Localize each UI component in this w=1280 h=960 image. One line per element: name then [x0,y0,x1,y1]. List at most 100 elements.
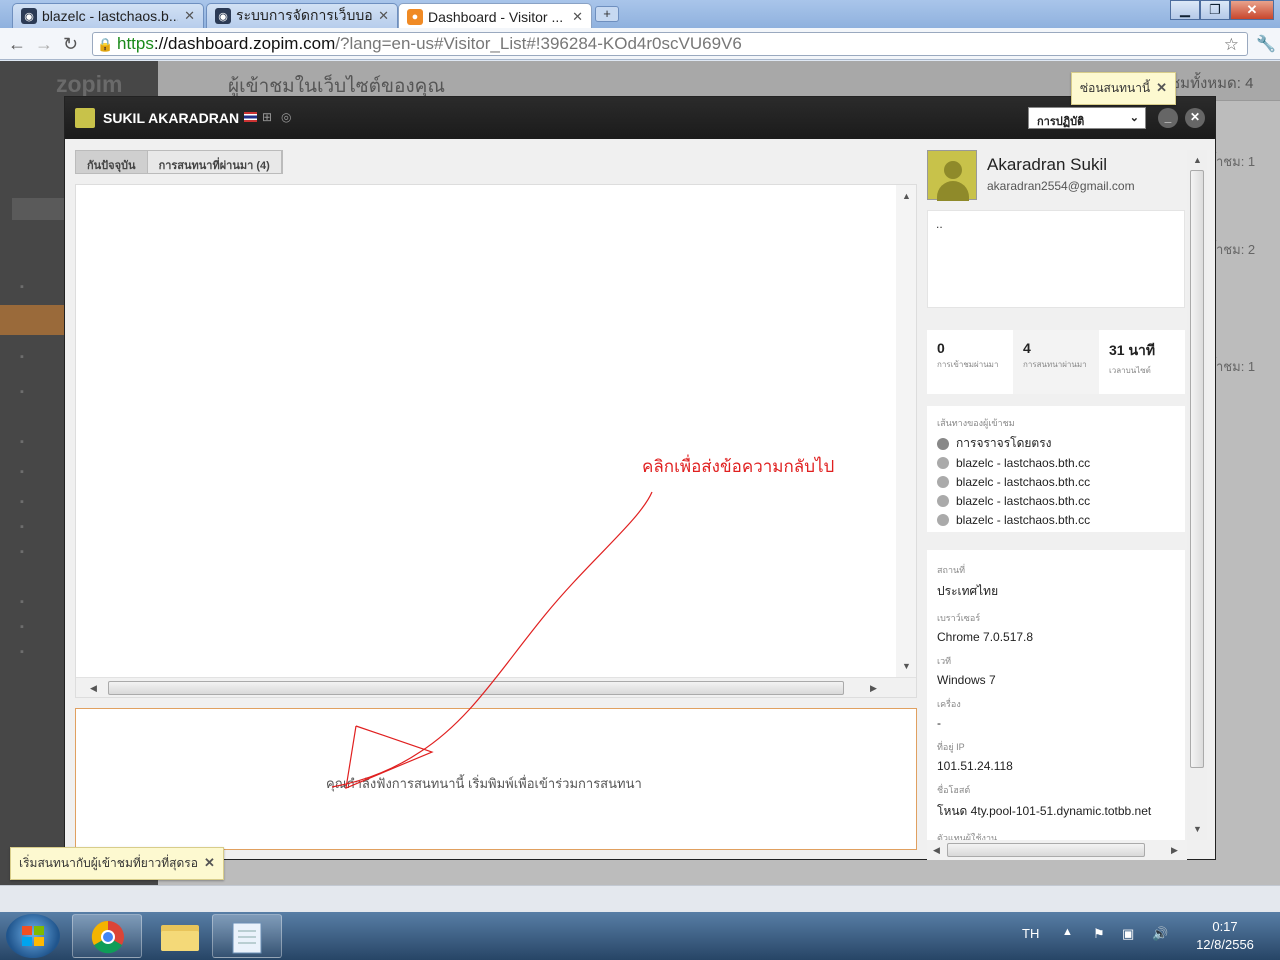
path-item-label: blazelc - lastchaos.bth.cc [956,474,1091,489]
close-tab-icon[interactable]: ✕ [378,8,389,24]
browser-statusbar [0,885,1280,912]
browser-tab-2[interactable]: ◉ ระบบการจัดการเว็บบอร์... ✕ [206,3,398,28]
action-dropdown[interactable]: การปฏิบัติ ⌄ [1028,107,1146,129]
system-clock[interactable]: 0:17 12/8/2556 [1184,918,1266,954]
new-tab-button[interactable]: + [595,6,619,22]
sidebar-item[interactable]: ▪ [20,596,24,608]
zopim-logo: zopim [56,71,123,97]
scroll-left-icon[interactable]: ◀ [90,683,97,694]
tab-current-chat[interactable]: กันปัจจุบัน [76,151,148,173]
action-dropdown-label: การปฏิบัติ [1037,116,1085,128]
close-window-button[interactable]: ✕ [1230,0,1274,20]
path-item[interactable]: blazelc - lastchaos.bth.cc [937,472,1175,491]
scroll-down-icon[interactable]: ▼ [1193,824,1202,834]
detail-label: เครื่อง [937,699,961,709]
taskbar-chrome-button[interactable] [72,914,142,958]
bookmark-star-icon[interactable]: ☆ [1224,35,1239,55]
zopim-favicon-icon: ● [407,8,423,25]
clock-date: 12/8/2556 [1196,937,1254,952]
action-center-flag-icon[interactable]: ⚑ [1093,926,1105,942]
visitor-stats: 0 การเข้าชมผ่านมา 4 การสนทนาผ่านมา 31 นา… [927,330,1185,394]
detail-value: Windows 7 [937,673,996,687]
language-indicator[interactable]: TH [1022,926,1039,941]
scroll-left-icon[interactable]: ◀ [933,845,940,856]
show-hidden-icons-icon[interactable]: ▲ [1062,926,1073,938]
list-item: ้าชม: 2 [1216,242,1256,257]
sidebar-item[interactable]: ▪ [20,496,24,508]
wrench-menu-icon[interactable]: 🔧 [1256,34,1276,54]
sidebar-item[interactable]: ▪ [20,281,24,293]
chrome-icon [91,920,124,954]
scroll-down-icon[interactable]: ▼ [902,661,911,671]
visitor-full-name: Akaradran Sukil [987,155,1108,174]
sidebar-item[interactable]: ▪ [20,546,24,558]
path-item-label: blazelc - lastchaos.bth.cc [956,512,1091,527]
browser-tab-1[interactable]: ◉ blazelc - lastchaos.b... ✕ [12,3,204,28]
visitor-panel-hscrollbar[interactable]: ◀ ▶ [927,840,1187,860]
site-favicon-icon: ◉ [21,8,37,24]
chevron-down-icon: ⌄ [1129,112,1139,124]
address-bar[interactable]: 🔒 https://dashboard.zopim.com/?lang=en-u… [92,32,1248,56]
visitor-path: เส้นทางของผู้เข้าชม การจราจรโดยตรง blaze… [927,406,1185,532]
scroll-up-icon[interactable]: ▲ [1193,155,1202,165]
tab-past-chats[interactable]: การสนทนาที่ผ่านมา (4) [148,151,282,173]
stat-label: เวลาบนไซต์ [1109,366,1151,375]
stat-value: 31 นาที [1109,342,1156,358]
visitor-info-panel: Akaradran Sukil akaradran2554@gmail.com … [927,150,1187,850]
list-item: ้าชม: 1 [1216,154,1256,169]
close-chat-button[interactable]: ✕ [1185,108,1205,128]
taskbar-explorer-button[interactable] [144,914,214,958]
sidebar-item[interactable]: ▪ [20,436,24,448]
scrollbar-thumb[interactable] [947,843,1145,857]
close-icon[interactable]: ✕ [1156,80,1167,95]
network-icon[interactable]: ▣ [1122,926,1134,942]
browser-tab-3[interactable]: ● Dashboard - Visitor ... ✕ [398,3,592,29]
taskbar-notepad-button[interactable] [212,914,282,958]
modal-header: SUKIL AKARADRAN ⊞ ◎ การปฏิบัติ ⌄ _ ✕ [65,97,1215,139]
minimize-chat-button[interactable]: _ [1158,108,1178,128]
sidebar-item[interactable]: ▪ [20,621,24,633]
detail-label: เบราว์เซอร์ [937,613,981,623]
path-item[interactable]: blazelc - lastchaos.bth.cc [937,491,1175,510]
detail-value: - [937,716,941,730]
scrollbar-thumb[interactable] [108,681,844,695]
transcript-vertical-scrollbar[interactable]: ▲ ▼ [896,185,916,677]
close-icon[interactable]: ✕ [204,855,215,870]
scroll-up-icon[interactable]: ▲ [902,191,911,201]
reload-icon[interactable]: ↻ [63,34,78,55]
scroll-right-icon[interactable]: ▶ [1171,845,1178,856]
close-tab-icon[interactable]: ✕ [184,8,195,24]
url-path: /?lang=en-us#Visitor_List#!396284-KOd4r0… [335,34,742,53]
annotation-label: คลิกเพื่อส่งข้อความกลับไป [642,457,835,476]
visitor-notes-field[interactable]: .. [927,210,1185,308]
scroll-right-icon[interactable]: ▶ [870,683,877,694]
path-item[interactable]: blazelc - lastchaos.bth.cc [937,510,1175,529]
sidebar-item[interactable]: ▪ [20,646,24,658]
volume-icon[interactable]: 🔊 [1152,926,1168,942]
scrollbar-thumb[interactable] [1190,170,1204,768]
chat-tabs: กันปัจจุบัน การสนทนาที่ผ่านมา (4) [75,150,283,174]
close-tab-icon[interactable]: ✕ [572,9,583,25]
sidebar-item[interactable]: ▪ [20,466,24,478]
minimize-window-button[interactable]: ▁ [1170,0,1200,20]
maximize-window-button[interactable]: ❐ [1200,0,1230,20]
browser-tab-title: ระบบการจัดการเว็บบอร์... [236,7,373,23]
forward-arrow-icon[interactable]: → [35,34,53,55]
start-chat-tooltip-text[interactable]: เริ่มสนทนากับผู้เข้าชมที่ยาวที่สุดรอ [19,856,198,870]
sidebar-item[interactable]: ▪ [20,386,24,398]
sidebar-item[interactable]: ▪ [20,521,24,533]
sidebar-item[interactable]: ▪ [20,351,24,363]
start-button[interactable] [6,914,60,958]
stat-value: 4 [1023,340,1031,356]
page-icon [937,456,949,469]
chat-transcript: ▲ ▼ ◀ ▶ [75,184,917,698]
path-item-label: การจราจรโดยตรง [956,436,1052,450]
browser-toolbar: ← → ↻ 🔒 https://dashboard.zopim.com/?lan… [0,28,1280,60]
back-arrow-icon[interactable]: ← [8,34,26,55]
chat-message-input[interactable]: คุณกำลังฟังการสนทนานี้ เริ่มพิมพ์เพื่อเข… [75,708,917,850]
visitor-panel-scrollbar[interactable]: ▲ ▼ [1187,150,1207,840]
path-item[interactable]: การจราจรโดยตรง [937,434,1175,453]
path-item[interactable]: blazelc - lastchaos.bth.cc [937,453,1175,472]
url-scheme: https [117,34,154,53]
transcript-horizontal-scrollbar[interactable]: ◀ ▶ [76,677,916,697]
